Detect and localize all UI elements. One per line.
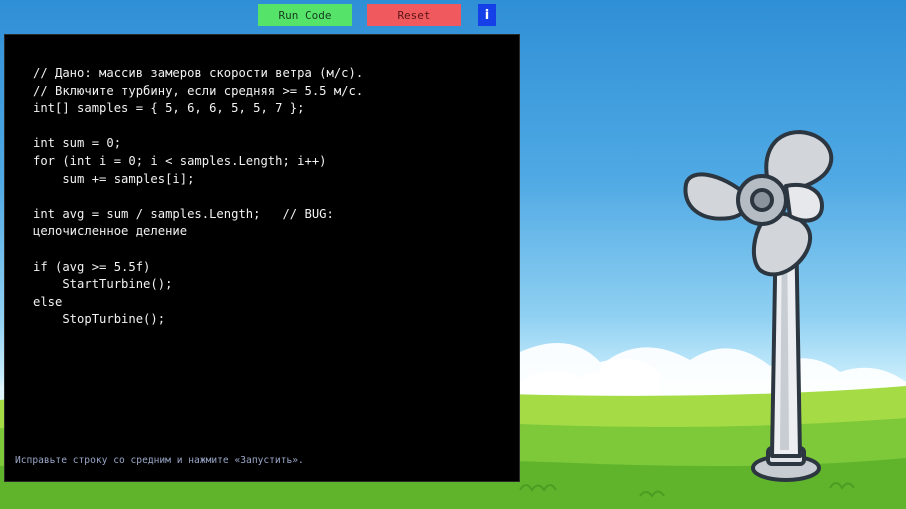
code-line: int[] samples = { 5, 6, 6, 5, 5, 7 }; <box>33 101 305 116</box>
code-line: else <box>33 294 63 309</box>
code-line: целочисленное деление <box>33 224 188 239</box>
code-line: int avg = sum / samples.Length; // BUG: <box>33 206 334 221</box>
turbine-hub-center <box>750 188 774 212</box>
code-editor[interactable]: // Дано: массив замеров скорости ветра (… <box>4 34 520 482</box>
code-line: // Включите турбину, если средняя >= 5.5… <box>33 83 364 98</box>
code-line: for (int i = 0; i < samples.Length; i++) <box>33 153 327 168</box>
editor-hint: Исправьте строку со средним и нажмите «З… <box>15 455 304 466</box>
code-line: int sum = 0; <box>33 136 122 151</box>
turbine-blade-right <box>784 183 824 223</box>
code-line: sum += samples[i]; <box>33 171 195 186</box>
code-line: if (avg >= 5.5f) <box>33 259 151 274</box>
code-line: StopTurbine(); <box>33 312 166 327</box>
reset-button[interactable]: Reset <box>367 4 461 26</box>
toolbar: Run Code Reset i <box>0 0 906 32</box>
info-icon[interactable]: i <box>478 4 496 26</box>
code-text[interactable]: // Дано: массив замеров скорости ветра (… <box>33 65 363 329</box>
code-line: StartTurbine(); <box>33 277 173 292</box>
run-code-button[interactable]: Run Code <box>258 4 352 26</box>
code-line: // Дано: массив замеров скорости ветра (… <box>33 66 364 80</box>
